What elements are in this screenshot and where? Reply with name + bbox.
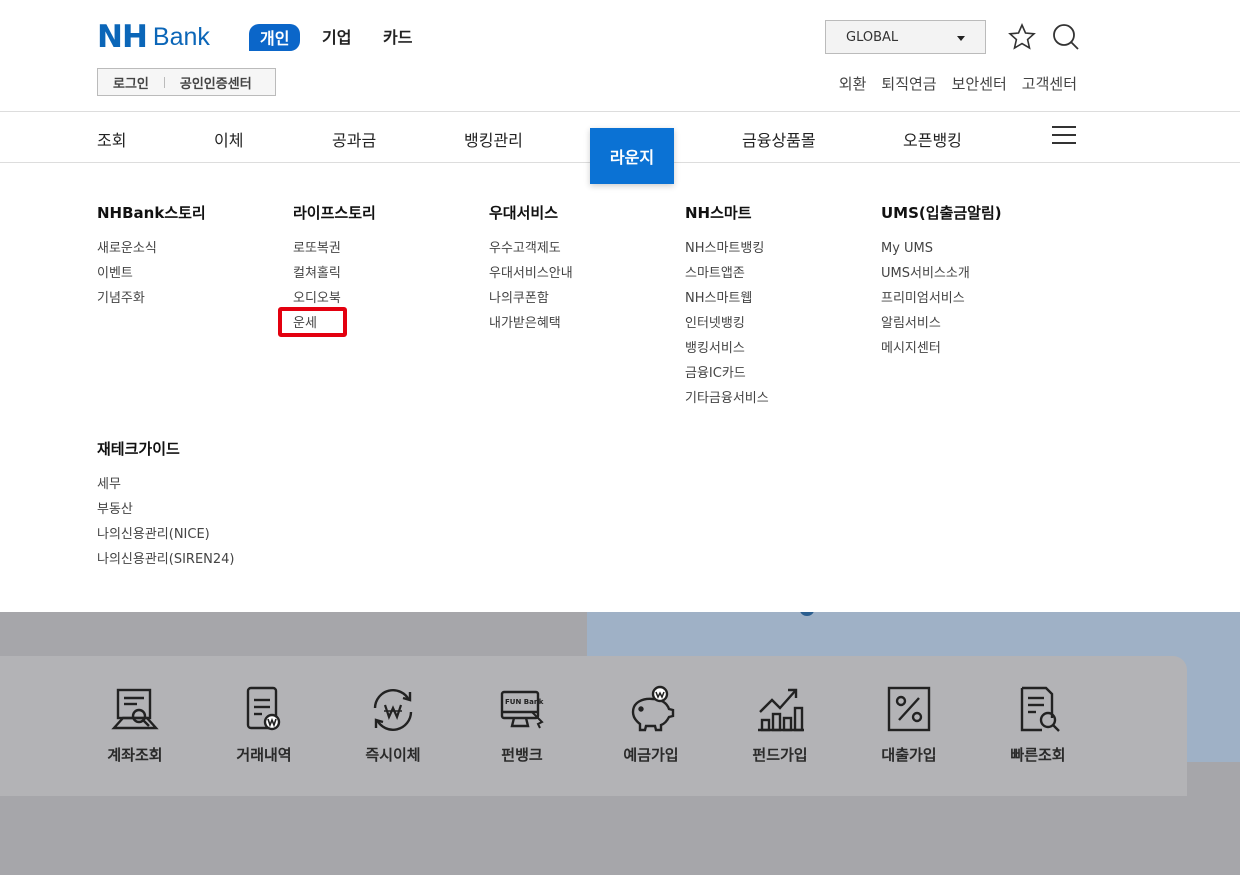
percent-icon (887, 686, 931, 732)
quick-fast-search[interactable]: 빠른조회 (983, 684, 1093, 765)
menu-item[interactable]: 나의신용관리(NICE) (97, 522, 235, 547)
menu-item[interactable]: 로또복권 (293, 236, 376, 261)
menu-col-title: UMS(입출금알림) (881, 204, 1002, 222)
quick-label: 펀뱅크 (501, 746, 543, 764)
menu-item[interactable]: 인터넷뱅킹 (685, 311, 769, 336)
menu-item[interactable]: 나의쿠폰함 (489, 286, 573, 311)
quick-fun-bank[interactable]: FUN Bank 펀뱅크 (467, 684, 577, 765)
transaction-history-icon (246, 686, 281, 731)
nav-open-banking[interactable]: 오픈뱅킹 (903, 127, 962, 151)
menu-col-title: 재테크가이드 (97, 440, 180, 458)
link-retirement-pension[interactable]: 퇴직연금 (881, 73, 936, 94)
menu-item[interactable]: My UMS (881, 236, 1002, 261)
menu-col-title: 우대서비스 (489, 204, 559, 222)
menu-item[interactable]: 기념주화 (97, 286, 206, 311)
menu-col-title: NHBank스토리 (97, 204, 206, 222)
menu-item[interactable]: NH스마트웹 (685, 286, 769, 311)
menu-col-preferred-service: 우대서비스 우수고객제도 우대서비스안내 나의쿠폰함 내가받은혜택 (489, 202, 573, 336)
menu-item[interactable]: 우수고객제도 (489, 236, 573, 261)
quick-menu-panel: 계좌조회 거래내역 즉시이체 FUN Bank 펀뱅크 예금가입 펀드가입 대출… (0, 656, 1187, 796)
nav-transfer[interactable]: 이체 (214, 127, 243, 151)
highlight-box (278, 307, 347, 337)
menu-col-title: NH스마트 (685, 204, 752, 222)
menu-item[interactable]: 알림서비스 (881, 311, 1002, 336)
fun-bank-icon-text: FUN Bank (505, 698, 544, 706)
quick-label: 계좌조회 (107, 746, 163, 764)
login-link[interactable]: 로그인 (98, 73, 164, 92)
quick-label: 예금가입 (623, 746, 679, 764)
menu-col-nhbank-story: NHBank스토리 새로운소식 이벤트 기념주화 (97, 202, 206, 311)
tab-card[interactable]: 카드 (383, 24, 412, 48)
star-icon[interactable] (1007, 22, 1037, 52)
menu-item[interactable]: UMS서비스소개 (881, 261, 1002, 286)
menu-item[interactable]: 메시지센터 (881, 336, 1002, 361)
menu-item[interactable]: 세무 (97, 472, 235, 497)
quick-label: 빠른조회 (1010, 746, 1066, 764)
login-cert-box: 로그인 공인인증센터 (97, 68, 276, 96)
menu-item[interactable]: 프리미엄서비스 (881, 286, 1002, 311)
quick-label: 즉시이체 (365, 746, 421, 764)
menu-item[interactable]: NH스마트뱅킹 (685, 236, 769, 261)
menu-item[interactable]: 새로운소식 (97, 236, 206, 261)
quick-instant-transfer[interactable]: 즉시이체 (338, 684, 448, 765)
menu-item[interactable]: 스마트앱존 (685, 261, 769, 286)
quick-account-search[interactable]: 계좌조회 (80, 684, 190, 765)
quick-search-icon (1020, 686, 1060, 732)
nav-lounge[interactable]: 라운지 (590, 128, 674, 184)
header: NH Bank 개인 기업 카드 로그인 공인인증센터 GLOBAL 외환 퇴직… (0, 0, 1240, 612)
tab-personal[interactable]: 개인 (249, 24, 301, 51)
search-icon[interactable] (1051, 22, 1081, 52)
menu-col-ums: UMS(입출금알림) My UMS UMS서비스소개 프리미엄서비스 알림서비스… (881, 202, 1002, 361)
tab-business[interactable]: 기업 (322, 24, 351, 48)
cert-center-link[interactable]: 공인인증센터 (165, 73, 267, 92)
global-select-value: GLOBAL (846, 29, 899, 45)
link-customer-center[interactable]: 고객센터 (1022, 73, 1077, 94)
menu-item[interactable]: 부동산 (97, 497, 235, 522)
top-utility-links: 외환 퇴직연금 보안센터 고객센터 (839, 73, 1077, 94)
hamburger-icon[interactable] (1052, 126, 1076, 146)
fund-chart-icon (758, 688, 804, 732)
instant-transfer-icon (373, 689, 413, 731)
quick-label: 펀드가입 (752, 746, 808, 764)
piggy-bank-icon (631, 685, 675, 732)
menu-col-finance-guide: 재테크가이드 세무 부동산 나의신용관리(NICE) 나의신용관리(SIREN2… (97, 438, 235, 572)
logo-bank-text: Bank (152, 22, 210, 51)
menu-item[interactable]: 컬쳐홀릭 (293, 261, 376, 286)
quick-label: 거래내역 (236, 746, 292, 764)
logo-nh-text: NH (97, 19, 148, 55)
account-search-icon (111, 688, 159, 730)
menu-col-nh-smart: NH스마트 NH스마트뱅킹 스마트앱존 NH스마트웹 인터넷뱅킹 뱅킹서비스 금… (685, 202, 769, 411)
menu-item[interactable]: 내가받은혜택 (489, 311, 573, 336)
menu-item[interactable]: 기타금융서비스 (685, 386, 769, 411)
quick-transaction-history[interactable]: 거래내역 (209, 684, 319, 765)
menu-item[interactable]: 금융IC카드 (685, 361, 769, 386)
nav-banking-management[interactable]: 뱅킹관리 (464, 127, 523, 151)
nav-financial-mall[interactable]: 금융상품몰 (742, 127, 816, 151)
nav-utility-bills[interactable]: 공과금 (332, 127, 376, 151)
quick-label: 대출가입 (881, 746, 937, 764)
link-foreign-exchange[interactable]: 외환 (839, 73, 867, 94)
quick-fund[interactable]: 펀드가입 (725, 684, 835, 765)
menu-item[interactable]: 우대서비스안내 (489, 261, 573, 286)
menu-item[interactable]: 나의신용관리(SIREN24) (97, 547, 235, 572)
chevron-down-icon (957, 36, 965, 41)
fun-bank-icon: FUN Bank (500, 690, 544, 729)
link-security-center[interactable]: 보안센터 (952, 73, 1007, 94)
menu-item[interactable]: 이벤트 (97, 261, 206, 286)
menu-col-title: 라이프스토리 (293, 204, 376, 222)
global-language-select[interactable]: GLOBAL (825, 20, 986, 54)
menu-item[interactable]: 뱅킹서비스 (685, 336, 769, 361)
nav-inquiry[interactable]: 조회 (97, 127, 126, 151)
nh-bank-logo[interactable]: NH Bank (97, 19, 210, 55)
quick-deposit[interactable]: 예금가입 (596, 684, 706, 765)
quick-loan[interactable]: 대출가입 (854, 684, 964, 765)
